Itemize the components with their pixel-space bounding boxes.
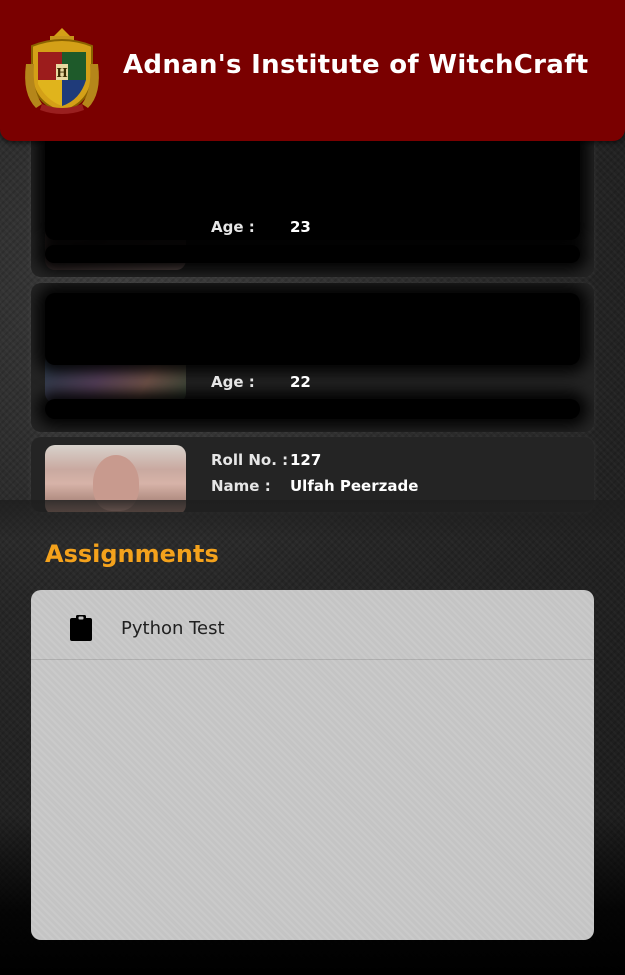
app-header: H Adnan's Institute of WitchCraft [0,0,625,141]
hogwarts-crest-icon: H [25,28,99,114]
roll-value: 127 [290,451,322,469]
list-fade [0,500,625,540]
assignment-label: Python Test [121,618,225,639]
svg-text:H: H [56,66,67,80]
app-page: Age : 23 Age : 22 Roll No. : 127 Name : … [0,0,625,975]
scroll-fade-band [45,245,580,263]
age-label: Age : [211,373,255,391]
age-value: 22 [290,373,311,391]
assignments-panel: Python Test [31,590,594,940]
scroll-fade-band [45,399,580,419]
site-title: Adnan's Institute of WitchCraft [123,50,589,80]
age-label: Age : [211,218,255,236]
name-label: Name : [211,477,271,495]
scroll-fade-band [45,293,580,365]
roll-label: Roll No. : [211,451,289,469]
clipboard-icon [70,615,92,641]
assignments-heading: Assignments [45,540,219,568]
scroll-fade-band [45,130,580,240]
student-card[interactable]: Age : 22 [31,283,594,432]
name-value: Ulfah Peerzade [290,477,419,495]
age-value: 23 [290,218,311,236]
assignment-item-python-test[interactable]: Python Test [31,590,594,660]
